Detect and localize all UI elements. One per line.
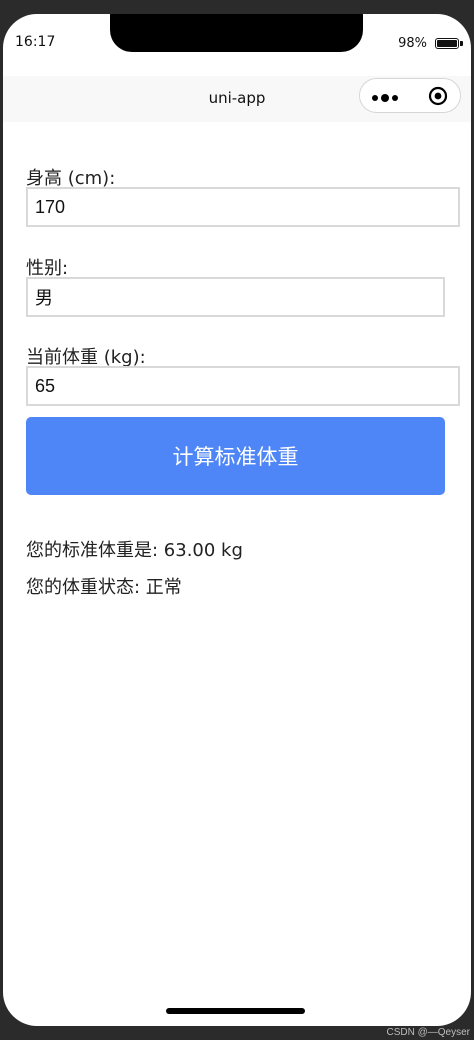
mini-program-close-icon[interactable] [428, 86, 448, 106]
battery-icon [435, 38, 459, 49]
navigation-bar: uni-app [3, 76, 471, 122]
calculate-button[interactable]: 计算标准体重 [26, 417, 445, 495]
battery-percentage: 98% [398, 36, 427, 51]
battery-tip [460, 41, 463, 46]
more-dots-icon[interactable] [372, 94, 400, 102]
status-time: 16:17 [15, 34, 56, 50]
weight-input[interactable] [26, 366, 460, 406]
watermark: CSDN @—Qeyser [386, 1027, 471, 1038]
standard-weight-result: 您的标准体重是: 63.00 kg [26, 540, 243, 561]
battery-fill [437, 40, 457, 47]
dot [372, 95, 378, 101]
notch [110, 14, 363, 52]
dot [392, 95, 398, 101]
dot [381, 94, 389, 102]
gender-input[interactable] [26, 277, 445, 317]
height-input[interactable] [26, 187, 460, 227]
home-indicator [166, 1008, 305, 1014]
mini-program-capsule [359, 78, 461, 113]
phone-screen: 16:17 98% uni-app 身高 (cm): 性别: 当前体重 (kg)… [3, 14, 471, 1026]
weight-status-result: 您的体重状态: 正常 [26, 577, 182, 598]
